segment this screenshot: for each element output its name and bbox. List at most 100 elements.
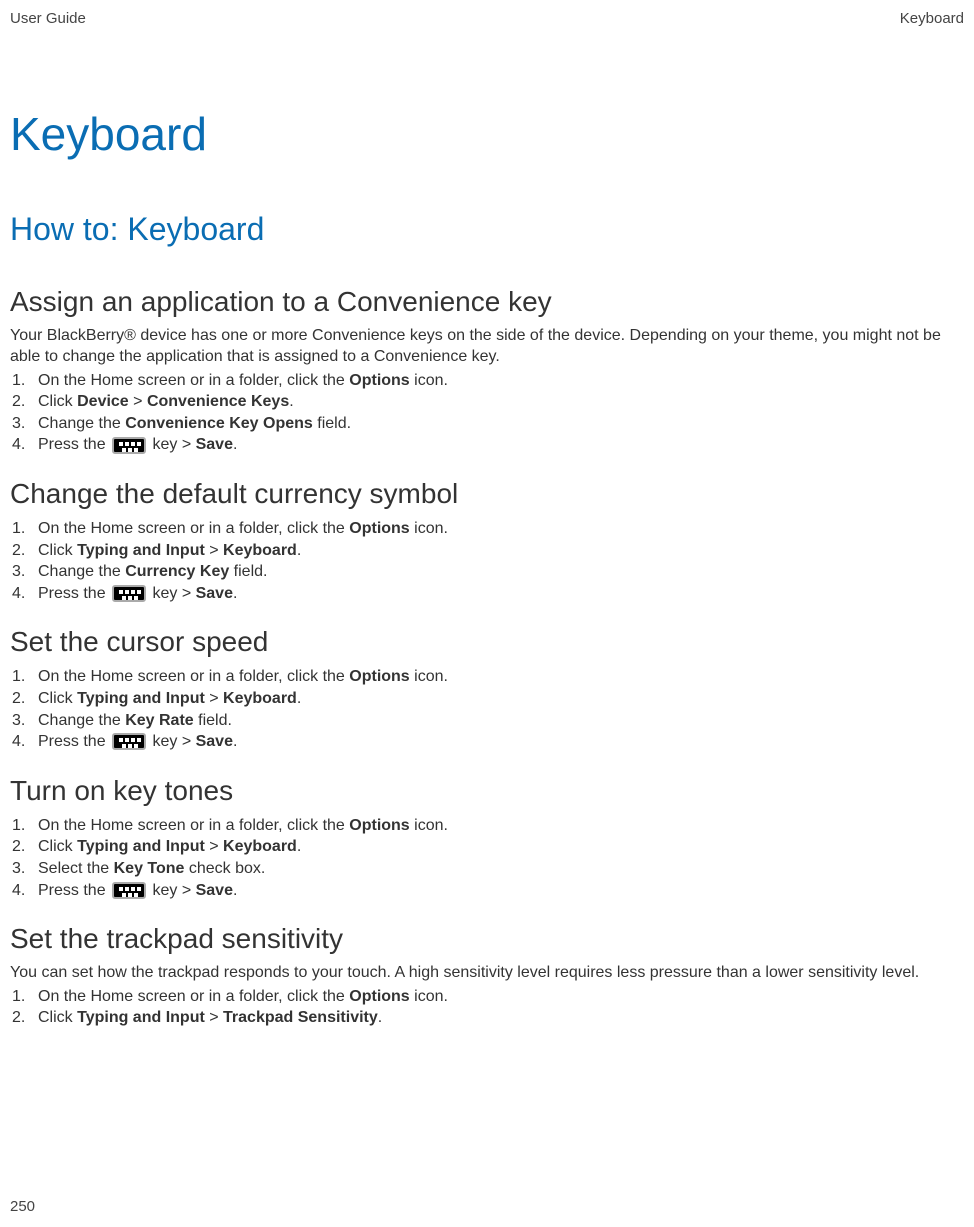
subsection-heading: Change the default currency symbol [10, 478, 964, 510]
step-bold: Convenience Key Opens [125, 415, 313, 432]
step-text: > [205, 1009, 223, 1026]
step-bold: Key Rate [125, 712, 193, 729]
step-text: Change the [38, 563, 125, 580]
step-bold: Options [349, 817, 409, 834]
blackberry-key-icon [112, 882, 146, 899]
step-bold: Device [77, 393, 129, 410]
step-item: Click Typing and Input > Keyboard. [10, 540, 964, 562]
step-bold: Save [196, 882, 233, 899]
step-text: field. [229, 563, 267, 580]
step-text: field. [194, 712, 232, 729]
step-text: Change the [38, 712, 125, 729]
step-item: Press the key > Save. [10, 434, 964, 456]
step-bold: Options [349, 988, 409, 1005]
step-bold: Key Tone [114, 860, 185, 877]
blackberry-key-icon [112, 585, 146, 602]
step-list: On the Home screen or in a folder, click… [10, 370, 964, 456]
step-text: On the Home screen or in a folder, click… [38, 372, 349, 389]
step-item: Click Typing and Input > Keyboard. [10, 688, 964, 710]
step-text: . [297, 838, 301, 855]
step-item: Change the Currency Key field. [10, 561, 964, 583]
intro-paragraph: Your BlackBerry® device has one or more … [10, 326, 964, 368]
step-list: On the Home screen or in a folder, click… [10, 986, 964, 1029]
step-text: field. [313, 415, 351, 432]
step-bold: Typing and Input [77, 1009, 205, 1026]
step-bold: Currency Key [125, 563, 229, 580]
step-text: icon. [410, 668, 448, 685]
step-bold: Keyboard [223, 690, 297, 707]
step-text: icon. [410, 817, 448, 834]
step-text: On the Home screen or in a folder, click… [38, 988, 349, 1005]
step-item: Press the key > Save. [10, 583, 964, 605]
step-bold: Keyboard [223, 542, 297, 559]
step-text: . [297, 542, 301, 559]
step-item: Press the key > Save. [10, 880, 964, 902]
header-left: User Guide [10, 10, 86, 27]
step-bold: Options [349, 520, 409, 537]
step-item: Click Typing and Input > Keyboard. [10, 836, 964, 858]
step-item: On the Home screen or in a folder, click… [10, 666, 964, 688]
step-text: On the Home screen or in a folder, click… [38, 817, 349, 834]
step-text: On the Home screen or in a folder, click… [38, 668, 349, 685]
step-item: Click Typing and Input > Trackpad Sensit… [10, 1007, 964, 1029]
step-bold: Typing and Input [77, 542, 205, 559]
step-text: Click [38, 838, 77, 855]
step-text: key > [148, 882, 196, 899]
blackberry-key-icon [112, 437, 146, 454]
step-item: Click Device > Convenience Keys. [10, 391, 964, 413]
step-text: Select the [38, 860, 114, 877]
step-item: Press the key > Save. [10, 731, 964, 753]
step-text: Press the [38, 882, 110, 899]
step-item: On the Home screen or in a folder, click… [10, 986, 964, 1008]
blackberry-key-icon [112, 733, 146, 750]
step-text: On the Home screen or in a folder, click… [38, 520, 349, 537]
step-text: Click [38, 690, 77, 707]
step-item: On the Home screen or in a folder, click… [10, 370, 964, 392]
step-item: Change the Convenience Key Opens field. [10, 413, 964, 435]
subsection-heading: Assign an application to a Convenience k… [10, 286, 964, 318]
step-text: > [205, 690, 223, 707]
header-bar: User Guide Keyboard [10, 10, 964, 27]
step-text: icon. [410, 988, 448, 1005]
step-text: icon. [410, 372, 448, 389]
step-bold: Trackpad Sensitivity [223, 1009, 378, 1026]
step-text: Press the [38, 585, 110, 602]
step-text: Press the [38, 436, 110, 453]
subsection-heading: Set the trackpad sensitivity [10, 923, 964, 955]
step-bold: Save [196, 733, 233, 750]
step-bold: Typing and Input [77, 838, 205, 855]
step-text: > [129, 393, 147, 410]
step-text: key > [148, 436, 196, 453]
step-text: key > [148, 733, 196, 750]
step-text: check box. [184, 860, 265, 877]
step-text: Click [38, 393, 77, 410]
step-item: On the Home screen or in a folder, click… [10, 518, 964, 540]
step-item: Select the Key Tone check box. [10, 858, 964, 880]
step-item: Change the Key Rate field. [10, 710, 964, 732]
page-number: 250 [10, 1198, 35, 1215]
section-heading: How to: Keyboard [10, 211, 964, 248]
step-text: > [205, 838, 223, 855]
step-text: Click [38, 542, 77, 559]
page-title: Keyboard [10, 107, 964, 161]
step-text: . [289, 393, 293, 410]
subsection-heading: Turn on key tones [10, 775, 964, 807]
step-bold: Save [196, 585, 233, 602]
step-bold: Options [349, 668, 409, 685]
step-text: Press the [38, 733, 110, 750]
step-list: On the Home screen or in a folder, click… [10, 518, 964, 604]
step-text: . [378, 1009, 382, 1026]
step-text: > [205, 542, 223, 559]
intro-paragraph: You can set how the trackpad responds to… [10, 963, 964, 984]
step-bold: Convenience Keys [147, 393, 289, 410]
step-bold: Options [349, 372, 409, 389]
step-text: . [297, 690, 301, 707]
subsection-heading: Set the cursor speed [10, 626, 964, 658]
step-bold: Save [196, 436, 233, 453]
step-list: On the Home screen or in a folder, click… [10, 815, 964, 901]
step-text: icon. [410, 520, 448, 537]
step-text: Click [38, 1009, 77, 1026]
step-text: key > [148, 585, 196, 602]
step-list: On the Home screen or in a folder, click… [10, 666, 964, 752]
step-text: Change the [38, 415, 125, 432]
